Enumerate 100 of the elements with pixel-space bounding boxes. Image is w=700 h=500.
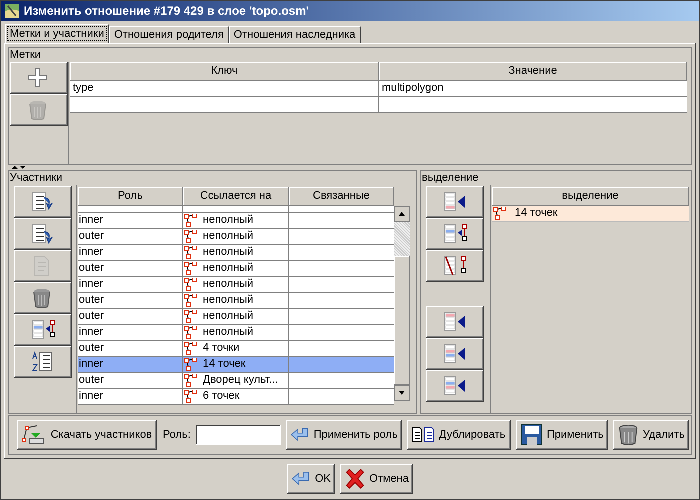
member-row[interactable]: inner неполный	[78, 277, 394, 293]
list-arrow-icon	[442, 310, 468, 334]
member-row[interactable]: outer неполный	[78, 229, 394, 245]
tool-button[interactable]	[426, 250, 484, 282]
section-label: выделение	[421, 171, 480, 185]
relation-icon	[184, 390, 200, 404]
section-label: Участники	[9, 171, 64, 185]
column-header[interactable]: Ключ	[70, 62, 379, 81]
table-cell: 14 точек	[203, 357, 246, 372]
tab[interactable]: Метки и участники	[5, 24, 110, 43]
table-cell-text: 14 точек	[515, 206, 558, 222]
tool-button[interactable]	[14, 186, 72, 218]
table-cell-text: multipolygon	[381, 81, 445, 96]
relation-icon	[184, 230, 200, 244]
member-row[interactable]: outer Дворец культ...	[78, 373, 394, 389]
table-cell: неполный	[203, 293, 254, 308]
list-node-icon	[442, 254, 468, 278]
table-cell: Дворец культ...	[203, 373, 278, 388]
column-header[interactable]: выделение	[492, 187, 689, 206]
splitter-arrows-icon	[11, 165, 27, 170]
table-cell: неполный	[203, 277, 254, 292]
list-node-icon	[30, 318, 56, 342]
member-row[interactable]: inner 14 точек	[78, 357, 394, 373]
tool-button[interactable]	[14, 218, 72, 250]
column-header[interactable]: Значение	[379, 62, 687, 81]
tool-button[interactable]	[426, 218, 484, 250]
table-cell: outer	[78, 373, 183, 388]
list-arrow-icon	[30, 222, 56, 246]
tool-button[interactable]	[10, 62, 68, 94]
table-cell: outer	[78, 293, 183, 308]
relation-icon	[184, 342, 200, 356]
table-cell: inner	[78, 277, 183, 292]
delete-button[interactable]: Удалить	[612, 420, 689, 450]
tool-button[interactable]	[426, 370, 484, 402]
list-arrow-icon	[442, 190, 468, 214]
table-cell: inner	[78, 325, 183, 340]
scroll-down-icon[interactable]	[394, 385, 410, 401]
tool-button[interactable]	[426, 186, 484, 218]
member-row[interactable]: inner 6 точек	[78, 389, 394, 405]
table-cell: inner	[78, 389, 183, 404]
table-cell: inner	[78, 357, 183, 372]
role-input[interactable]	[196, 425, 281, 445]
tool-button[interactable]	[14, 282, 72, 314]
table-cell: неполный	[203, 213, 254, 228]
scroll-thumb[interactable]	[394, 256, 410, 385]
table-cell: type	[70, 81, 379, 96]
table-cell: outer	[78, 341, 183, 356]
member-row[interactable]: outer неполный	[78, 309, 394, 325]
tool-button[interactable]	[14, 346, 72, 378]
relation-icon	[184, 310, 200, 324]
tool-button[interactable]	[14, 314, 72, 346]
window-title: Изменить отношение #179 429 в слое 'topo.osm'	[24, 3, 310, 20]
column-header[interactable]: Ссылается на	[183, 187, 289, 206]
duplicate-button[interactable]: Дублировать	[406, 420, 511, 450]
column-header[interactable]: Связанные	[289, 187, 394, 206]
member-row[interactable]: inner неполный	[78, 325, 394, 341]
relation-icon	[184, 358, 200, 372]
table-cell: 4 точки	[203, 341, 240, 356]
relation-icon	[184, 374, 200, 388]
member-row[interactable]: outer неполный	[78, 293, 394, 309]
list-arrow-icon	[442, 374, 468, 398]
table-cell: outer	[78, 229, 183, 244]
role-label: Роль:	[163, 428, 191, 443]
scroll-up-icon[interactable]	[394, 206, 410, 222]
member-row[interactable]: inner неполный	[78, 213, 394, 229]
relation-icon	[184, 326, 200, 340]
relation-icon	[184, 246, 200, 260]
member-row[interactable]: outer 4 точки	[78, 341, 394, 357]
copy-icon	[412, 427, 436, 443]
tab[interactable]: Отношения наследника	[228, 26, 361, 43]
table-cell: 6 точек	[203, 389, 240, 404]
table-cell: неполный	[203, 245, 254, 260]
member-row[interactable]: outer неполный	[78, 261, 394, 277]
tab[interactable]: Отношения родителя	[109, 26, 229, 43]
tool-button[interactable]	[426, 338, 484, 370]
relation-icon	[184, 294, 200, 308]
table-cell: inner	[78, 213, 183, 228]
tool-button[interactable]	[426, 306, 484, 338]
table-cell: неполный	[203, 229, 254, 244]
table-cell: неполный	[203, 309, 254, 324]
column-header[interactable]: Роль	[78, 187, 183, 206]
list-arrow-icon	[442, 342, 468, 366]
relation-icon	[493, 206, 509, 220]
table-cell: outer	[78, 309, 183, 324]
cancel-button[interactable]: Отмена	[340, 464, 413, 494]
table-cell: inner	[78, 245, 183, 260]
section-label: Метки	[9, 48, 42, 62]
member-row[interactable]: inner неполный	[78, 245, 394, 261]
apply-button[interactable]: Применить	[516, 420, 608, 450]
table-cell: outer	[78, 261, 183, 276]
relation-icon	[184, 262, 200, 276]
table-cell: неполный	[203, 261, 254, 276]
trash-icon	[616, 423, 640, 447]
download-button[interactable]: Скачать участников	[17, 420, 157, 450]
apply-role-button[interactable]: Применить роль	[286, 420, 402, 450]
list-arrow-icon	[30, 190, 56, 214]
relation-icon	[184, 278, 200, 292]
ok-button[interactable]: OK	[287, 464, 335, 494]
table-cell: неполный	[203, 325, 254, 340]
close-icon	[344, 467, 367, 491]
